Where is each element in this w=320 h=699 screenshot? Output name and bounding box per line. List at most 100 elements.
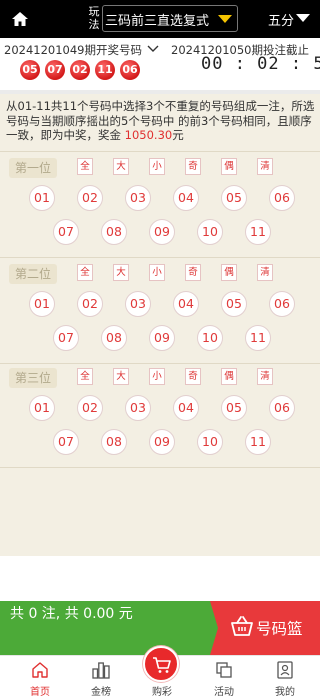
leaderboard-icon [92,662,110,679]
filter-button[interactable]: 大 [113,158,129,175]
tab-label: 我的 [275,687,295,698]
countdown-timer: 00 : 02 : 54 [201,54,320,74]
cart-icon [153,657,171,673]
tab-profile[interactable]: 我的 [253,656,317,699]
number-ball[interactable]: 02 [77,395,103,421]
filter-button[interactable]: 清 [257,158,273,175]
filter-button[interactable]: 小 [149,368,165,385]
number-ball[interactable]: 03 [125,291,151,317]
filter-button[interactable]: 清 [257,264,273,281]
number-ball[interactable]: 09 [149,429,175,455]
number-ball[interactable]: 07 [53,429,79,455]
number-ball[interactable]: 10 [197,219,223,245]
number-ball[interactable]: 02 [77,291,103,317]
position-label: 第三位 [9,368,57,388]
winning-ball: 11 [95,60,115,80]
prize-unit: 元 [172,128,184,142]
winning-ball: 06 [120,60,140,80]
divider [0,151,320,152]
previous-issue[interactable]: 20241201049期开奖号码 [4,42,142,58]
tab-home[interactable]: 首页 [8,656,72,699]
number-picker-area: 从01-11共11个号码中选择3个不重复的号码组成一注，所选号码与当期顺序摇出的… [0,94,320,556]
play-type-value: 三码前三直选复式 [105,14,210,29]
number-ball[interactable]: 08 [101,325,127,351]
winning-ball: 05 [20,60,40,80]
divider [0,467,320,468]
winning-ball: 02 [70,60,90,80]
position-section: 第三位 全 大 小 奇 偶 清 01 02 03 04 05 06 07 08 09 10 11 [0,368,320,468]
filter-button[interactable]: 偶 [221,158,237,175]
winning-ball: 07 [45,60,65,80]
tab-label: 购彩 [152,687,172,698]
number-ball[interactable]: 05 [221,185,247,211]
tab-leaderboard[interactable]: 金榜 [69,656,133,699]
filter-button[interactable]: 全 [77,158,93,175]
basket-icon [231,616,253,636]
number-ball[interactable]: 04 [173,291,199,317]
tab-label: 活动 [214,687,234,698]
tab-label: 首页 [30,687,50,698]
number-ball[interactable]: 10 [197,429,223,455]
filter-button[interactable]: 小 [149,158,165,175]
position-label: 第一位 [9,158,57,178]
number-ball[interactable]: 05 [221,395,247,421]
tab-buy-lottery[interactable]: 购彩 [130,646,194,699]
number-ball[interactable]: 01 [29,291,55,317]
number-ball[interactable]: 06 [269,291,295,317]
bet-summary: 共 0 注, 共 0.00 元 [10,606,133,622]
number-ball[interactable]: 04 [173,395,199,421]
position-label: 第二位 [9,264,57,284]
number-ball[interactable]: 01 [29,395,55,421]
chevron-down-icon[interactable] [296,14,310,22]
filter-button[interactable]: 偶 [221,368,237,385]
number-ball[interactable]: 07 [53,219,79,245]
cart-button [143,646,179,682]
number-ball[interactable]: 01 [29,185,55,211]
profile-icon [277,661,293,679]
rule-description: 从01-11共11个号码中选择3个不重复的号码组成一注，所选号码与当期顺序摇出的… [6,99,316,143]
number-ball[interactable]: 09 [149,219,175,245]
number-ball[interactable]: 07 [53,325,79,351]
number-ball[interactable]: 10 [197,325,223,351]
filter-button[interactable]: 偶 [221,264,237,281]
prize-amount: 1050.30 [124,128,173,142]
number-ball[interactable]: 11 [245,429,271,455]
play-method-label: 玩法 [88,5,100,31]
filter-button[interactable]: 奇 [185,158,201,175]
filter-button[interactable]: 清 [257,368,273,385]
number-ball[interactable]: 08 [101,429,127,455]
number-ball[interactable]: 03 [125,395,151,421]
number-ball[interactable]: 11 [245,325,271,351]
play-type-select[interactable]: 三码前三直选复式 [102,5,238,32]
home-icon[interactable] [10,9,30,29]
number-ball[interactable]: 04 [173,185,199,211]
game-select[interactable]: 五分 [268,10,294,29]
filter-button[interactable]: 全 [77,368,93,385]
number-basket-button[interactable]: 号码篮 [210,601,320,655]
number-ball[interactable]: 11 [245,219,271,245]
number-ball[interactable]: 08 [101,219,127,245]
bet-summary-panel: 共 0 注, 共 0.00 元 [0,601,210,655]
bottom-tab-bar: 首页 金榜 购彩 活动 我的 [0,646,320,699]
number-ball[interactable]: 09 [149,325,175,351]
divider [0,363,320,364]
filter-button[interactable]: 大 [113,368,129,385]
divider [0,257,320,258]
basket-notch [210,601,218,655]
chevron-down-icon [218,15,232,23]
draw-info: 20241201049期开奖号码 05 07 02 11 06 20241201050期… [0,38,320,90]
filter-button[interactable]: 奇 [185,368,201,385]
filter-button[interactable]: 大 [113,264,129,281]
filter-button[interactable]: 全 [77,264,93,281]
tab-activity[interactable]: 活动 [192,656,256,699]
chevron-down-icon[interactable] [147,44,159,54]
filter-button[interactable]: 小 [149,264,165,281]
number-ball[interactable]: 05 [221,291,247,317]
number-ball[interactable]: 02 [77,185,103,211]
number-ball[interactable]: 06 [269,185,295,211]
number-ball[interactable]: 06 [269,395,295,421]
top-bar: 玩法 三码前三直选复式 五分 [0,0,320,38]
basket-label: 号码篮 [256,620,303,638]
filter-button[interactable]: 奇 [185,264,201,281]
number-ball[interactable]: 03 [125,185,151,211]
